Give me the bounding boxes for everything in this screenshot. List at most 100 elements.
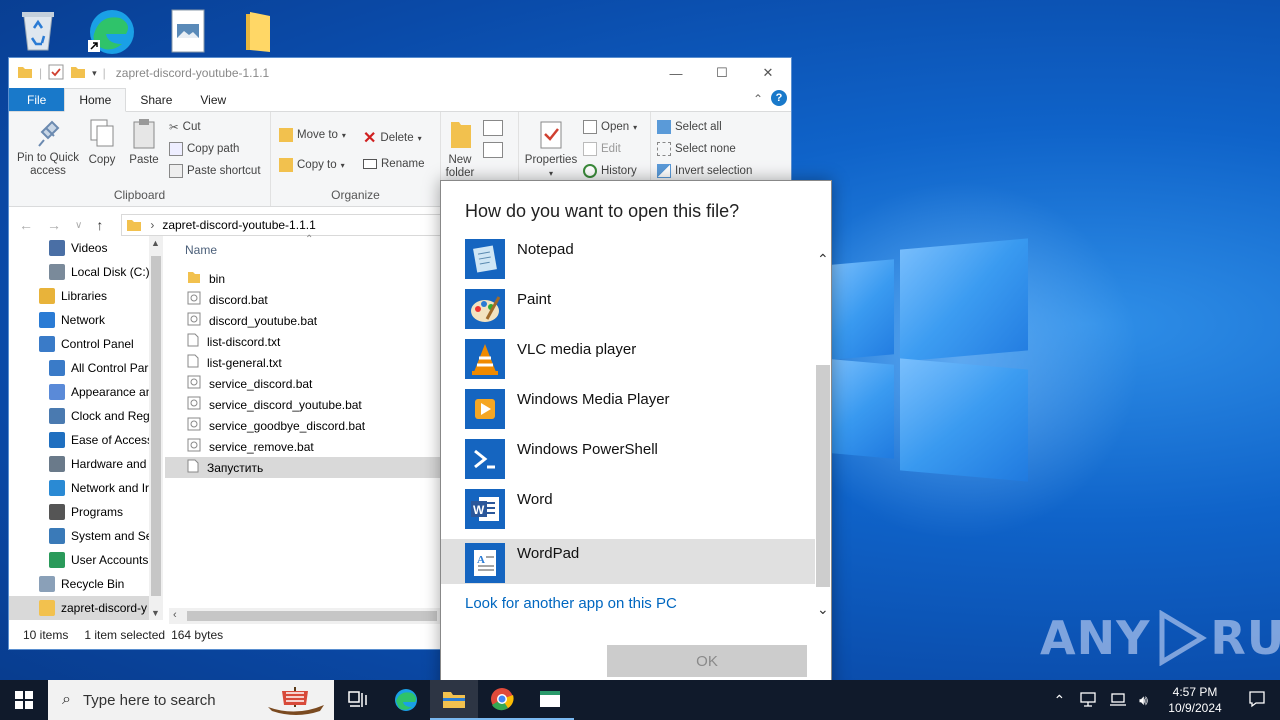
nav-item[interactable]: Control Panel (9, 332, 161, 356)
volume-icon[interactable]: 🔊︎ (1133, 692, 1154, 709)
file-row[interactable]: service_goodbye_discord.bat (165, 415, 445, 436)
chrome-taskbar-button[interactable] (478, 680, 526, 720)
app-list-scrollbar[interactable]: ⌃ ⌄ (815, 239, 831, 626)
edit-button[interactable]: Edit (583, 142, 621, 156)
app-option[interactable]: A WordPad (441, 539, 815, 584)
chevron-down-icon[interactable]: ▾ (92, 68, 97, 79)
nav-item[interactable]: Network (9, 308, 161, 332)
taskbar-search[interactable]: ⌕ Type here to search (48, 680, 334, 720)
open-with-dialog: How do you want to open this file? Notep… (440, 180, 832, 702)
scroll-down-icon[interactable]: ⌄ (817, 601, 829, 618)
ok-button[interactable]: OK (607, 645, 807, 677)
app-option[interactable]: W Word (441, 489, 815, 539)
app-option[interactable]: Windows Media Player (441, 389, 815, 439)
nav-item[interactable]: Videos (9, 236, 161, 260)
file-row[interactable]: discord.bat (165, 289, 445, 310)
look-for-another-app-link[interactable]: Look for another app on this PC (465, 595, 677, 612)
nav-scrollbar[interactable]: ▲ ▼ (149, 236, 163, 620)
easy-access-icon[interactable] (483, 142, 503, 158)
rename-button[interactable]: Rename (363, 158, 424, 170)
tab-view[interactable]: View (186, 89, 240, 111)
tab-file[interactable]: File (9, 88, 65, 111)
edge-desktop-icon[interactable] (86, 6, 134, 54)
paste-shortcut-button[interactable]: Paste shortcut (169, 164, 261, 178)
maximize-button[interactable]: ☐ (699, 58, 745, 88)
nav-item[interactable]: Libraries (9, 284, 161, 308)
file-row[interactable]: service_discord_youtube.bat (165, 394, 445, 415)
collapse-ribbon-icon[interactable]: ⌃ (753, 92, 763, 106)
nav-item[interactable]: zapret-discord-y (9, 596, 161, 620)
select-none-button[interactable]: Select none (657, 142, 736, 156)
nav-item[interactable]: Local Disk (C:) (9, 260, 161, 284)
file-row[interactable]: service_discord.bat (165, 373, 445, 394)
nav-item[interactable]: Recycle Bin (9, 572, 161, 596)
explorer-taskbar-button[interactable] (430, 680, 478, 720)
nav-item[interactable]: All Control Par (9, 356, 161, 380)
file-row[interactable]: Запустить (165, 457, 445, 478)
close-button[interactable]: ✕ (745, 58, 791, 88)
start-button[interactable] (0, 680, 48, 720)
scroll-thumb[interactable] (816, 365, 830, 587)
nav-item[interactable]: System and Sec (9, 524, 161, 548)
file-row[interactable]: bin (165, 268, 445, 289)
minimize-button[interactable]: — (653, 58, 699, 88)
paste-button[interactable]: Paste (127, 118, 161, 167)
properties-check-icon[interactable] (48, 64, 64, 83)
nav-item[interactable]: Appearance an (9, 380, 161, 404)
app-option[interactable]: Notepad (441, 239, 815, 289)
cut-button[interactable]: ✂ Cut (169, 120, 201, 134)
help-icon[interactable]: ? (771, 90, 787, 106)
copy-button[interactable]: Copy (85, 118, 119, 167)
image-file-desktop-icon[interactable] (166, 6, 214, 54)
up-icon[interactable]: ↑ (96, 217, 103, 233)
copy-path-button[interactable]: Copy path (169, 142, 239, 156)
nav-item[interactable]: Hardware and (9, 452, 161, 476)
chevron-down-icon[interactable]: ∨ (75, 220, 82, 231)
clock[interactable]: 4:57 PM 10/9/2024 (1160, 684, 1230, 716)
device-icon[interactable] (1103, 691, 1133, 710)
file-row[interactable]: service_remove.bat (165, 436, 445, 457)
back-icon[interactable]: ← (19, 217, 33, 233)
batch-file-icon (187, 438, 201, 455)
file-row[interactable]: discord_youtube.bat (165, 310, 445, 331)
dialog-taskbar-button[interactable] (526, 680, 574, 720)
file-row[interactable]: list-discord.txt (165, 331, 445, 352)
folder-desktop-icon[interactable] (236, 6, 284, 54)
recycle-bin-desktop-icon[interactable] (14, 6, 62, 54)
open-button[interactable]: Open ▾ (583, 120, 637, 134)
nav-item[interactable]: User Accounts (9, 548, 161, 572)
app-option[interactable]: Paint (441, 289, 815, 339)
move-to-button[interactable]: Move to ▾ (279, 128, 346, 142)
nav-item[interactable]: Network and Ir (9, 476, 161, 500)
new-item-icon[interactable] (483, 120, 503, 136)
notifications-icon[interactable] (1238, 690, 1280, 711)
new-folder-icon[interactable] (70, 65, 86, 82)
select-all-button[interactable]: Select all (657, 120, 722, 134)
copy-to-button[interactable]: Copy to ▾ (279, 158, 345, 172)
app-option[interactable]: VLC media player (441, 339, 815, 389)
history-button[interactable]: History (583, 164, 637, 178)
network-icon (39, 312, 55, 328)
invert-selection-button[interactable]: Invert selection (657, 164, 752, 178)
windows-start-icon (15, 691, 33, 709)
file-icon (187, 459, 199, 476)
app-option[interactable]: Windows PowerShell (441, 439, 815, 489)
nav-item[interactable]: Programs (9, 500, 161, 524)
network-status-icon[interactable] (1073, 691, 1103, 710)
svg-text:W: W (473, 503, 485, 517)
tab-home[interactable]: Home (64, 88, 127, 112)
file-row[interactable]: list-general.txt (165, 352, 445, 373)
nav-item[interactable]: Ease of Access (9, 428, 161, 452)
nav-item[interactable]: Clock and Regi (9, 404, 161, 428)
edge-taskbar-button[interactable] (382, 680, 430, 720)
new-folder-button[interactable]: New folder (443, 120, 477, 180)
tab-share[interactable]: Share (126, 89, 186, 111)
chevron-up-icon[interactable]: ⌃ (1045, 692, 1073, 709)
column-header-name[interactable]: Name ⌃ (165, 234, 445, 264)
properties-button[interactable]: Properties ▾ (521, 120, 581, 180)
forward-icon[interactable]: → (47, 217, 61, 233)
task-view-button[interactable] (334, 680, 382, 720)
delete-button[interactable]: ✕ Delete ▾ (363, 128, 422, 148)
scroll-up-icon[interactable]: ⌃ (817, 251, 829, 268)
pin-quick-access-button[interactable]: Pin to Quick access (13, 120, 83, 178)
